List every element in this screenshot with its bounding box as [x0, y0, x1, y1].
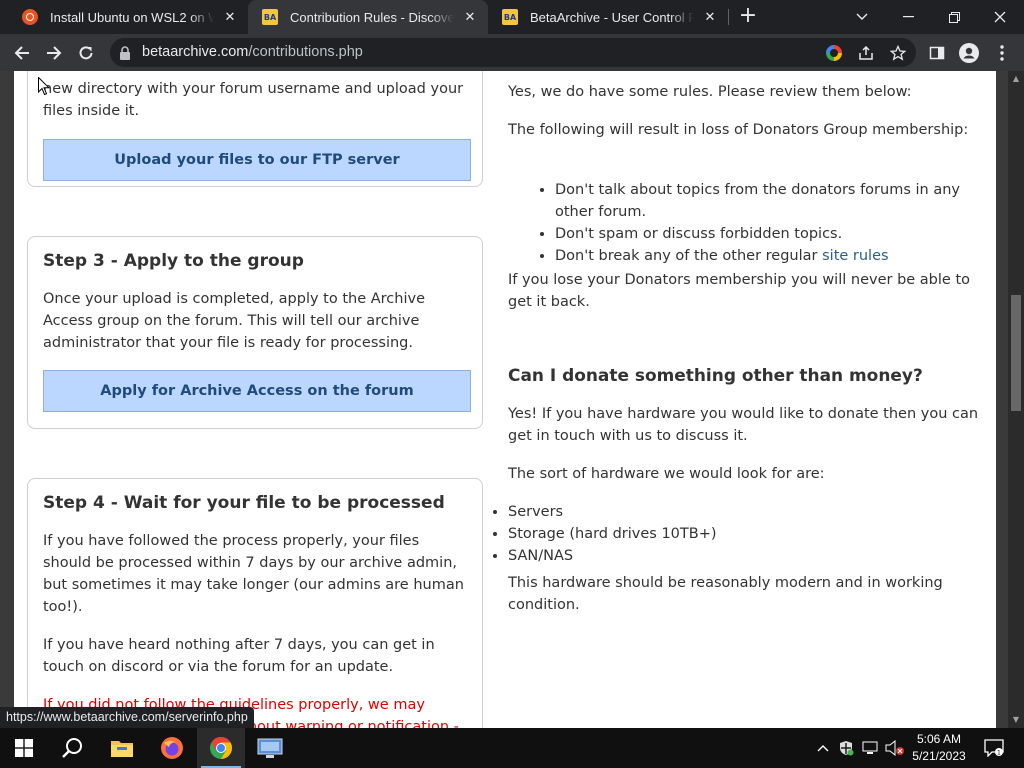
forward-icon[interactable]	[40, 39, 68, 67]
mouse-cursor-icon	[38, 77, 50, 96]
chrome-icon[interactable]	[197, 728, 245, 768]
share-icon[interactable]	[857, 44, 875, 62]
restore-icon[interactable]	[931, 0, 977, 34]
new-tab-icon[interactable]: +	[737, 5, 759, 28]
step-4-text-1: If you have followed the process properl…	[43, 533, 464, 615]
step-2-text: new directory with your forum username a…	[43, 81, 464, 119]
rule-item: Don't talk about topics from the donator…	[555, 179, 988, 223]
hardware-note: This hardware should be reasonably moder…	[508, 575, 943, 613]
ubuntu-icon	[22, 9, 38, 25]
tab-search-icon[interactable]	[839, 0, 885, 34]
show-hidden-icons-icon[interactable]	[813, 728, 833, 768]
hardware-item: Storage (hard drives 10TB+)	[508, 523, 988, 545]
tab-contribution-rules[interactable]: BA Contribution Rules - Discover ho ✕	[248, 0, 488, 34]
tab-separator	[728, 9, 729, 25]
rules-intro: Yes, we do have some rules. Please revie…	[508, 84, 912, 100]
search-icon[interactable]	[48, 728, 96, 768]
betaarchive-icon: BA	[502, 9, 518, 25]
svg-text:1: 1	[997, 750, 1001, 757]
start-icon[interactable]	[0, 728, 48, 768]
taskbar-clock[interactable]: 5:06 AM 5/21/2023	[904, 731, 974, 765]
donate-heading: Can I donate something other than money?	[508, 365, 923, 385]
tab-title: Install Ubuntu on WSL2 on Wind	[50, 9, 214, 25]
volume-muted-icon[interactable]	[884, 728, 906, 768]
close-tab-icon[interactable]: ✕	[222, 9, 238, 25]
hardware-item: SAN/NAS	[508, 545, 988, 567]
page-content: new directory with your forum username a…	[14, 71, 996, 728]
remote-desktop-icon[interactable]	[246, 728, 294, 768]
rule-item: Don't break any of the other regular sit…	[555, 245, 988, 267]
tab-title: BetaArchive - User Control Panel	[530, 9, 694, 25]
menu-kebab-icon[interactable]	[988, 39, 1016, 67]
scrollbar-thumb[interactable]	[1011, 295, 1021, 411]
page-scrollbar[interactable]: ▲ ▼	[1008, 71, 1024, 728]
step-3-box: Step 3 - Apply to the group Once your up…	[27, 236, 483, 429]
clock-time: 5:06 AM	[916, 732, 962, 746]
step-4-text-2: If you have heard nothing after 7 days, …	[43, 637, 435, 675]
step-4-title: Step 4 - Wait for your file to be proces…	[43, 493, 445, 513]
page-background-right	[996, 71, 1008, 728]
scroll-up-icon[interactable]: ▲	[1008, 71, 1024, 87]
step-2-box: new directory with your forum username a…	[27, 71, 483, 187]
rule-item: Don't spam or discuss forbidden topics.	[555, 223, 988, 245]
link-status-bubble: https://www.betaarchive.com/serverinfo.p…	[0, 707, 254, 728]
scroll-down-icon[interactable]: ▼	[1008, 712, 1024, 728]
hardware-list: Servers Storage (hard drives 10TB+) SAN/…	[508, 501, 988, 567]
upload-ftp-button[interactable]: Upload your files to our FTP server	[43, 139, 471, 181]
tab-strip: Install Ubuntu on WSL2 on Wind ✕ BA Cont…	[0, 0, 1024, 34]
windows-taskbar: 5:06 AM 5/21/2023 1	[0, 728, 1024, 768]
lose-membership-warning: If you lose your Donators membership you…	[508, 272, 971, 310]
minimize-icon[interactable]	[885, 0, 931, 34]
close-window-icon[interactable]	[977, 0, 1023, 34]
browser-toolbar: betaarchive.com/contributions.php	[0, 34, 1024, 71]
side-panel-icon[interactable]	[923, 39, 951, 67]
rules-list: Don't talk about topics from the donator…	[508, 179, 988, 267]
step-3-title: Step 3 - Apply to the group	[43, 251, 304, 271]
donate-text: Yes! If you have hardware you would like…	[508, 406, 979, 444]
clock-date: 5/21/2023	[912, 749, 966, 763]
loss-heading: The following will result in loss of Don…	[508, 122, 969, 138]
bookmark-star-icon[interactable]	[889, 44, 907, 62]
network-icon[interactable]	[860, 728, 882, 768]
tab-user-control-panel[interactable]: BA BetaArchive - User Control Panel ✕	[488, 0, 728, 34]
page-background-left	[0, 71, 14, 728]
google-translate-icon[interactable]	[825, 44, 843, 62]
address-bar[interactable]: betaarchive.com/contributions.php	[110, 38, 916, 67]
back-icon[interactable]	[8, 39, 36, 67]
lock-icon[interactable]	[119, 45, 131, 64]
close-tab-icon[interactable]: ✕	[702, 9, 718, 25]
tab-title: Contribution Rules - Discover ho	[290, 9, 454, 25]
url-text: betaarchive.com/contributions.php	[142, 44, 363, 60]
hardware-item: Servers	[508, 501, 988, 523]
defender-shield-icon[interactable]	[836, 728, 856, 768]
file-explorer-icon[interactable]	[98, 728, 146, 768]
reload-icon[interactable]	[72, 39, 100, 67]
step-3-text: Once your upload is completed, apply to …	[43, 291, 425, 351]
site-rules-link[interactable]: site rules	[822, 248, 888, 264]
notifications-icon[interactable]: 1	[980, 728, 1008, 768]
betaarchive-icon: BA	[262, 9, 278, 25]
step-4-box: Step 4 - Wait for your file to be proces…	[27, 478, 483, 728]
tab-install-ubuntu[interactable]: Install Ubuntu on WSL2 on Wind ✕	[8, 0, 248, 34]
apply-archive-access-button[interactable]: Apply for Archive Access on the forum	[43, 370, 471, 412]
profile-avatar-icon[interactable]	[955, 39, 983, 67]
close-tab-icon[interactable]: ✕	[462, 9, 478, 25]
hardware-intro: The sort of hardware we would look for a…	[508, 466, 825, 482]
firefox-icon[interactable]	[148, 728, 196, 768]
